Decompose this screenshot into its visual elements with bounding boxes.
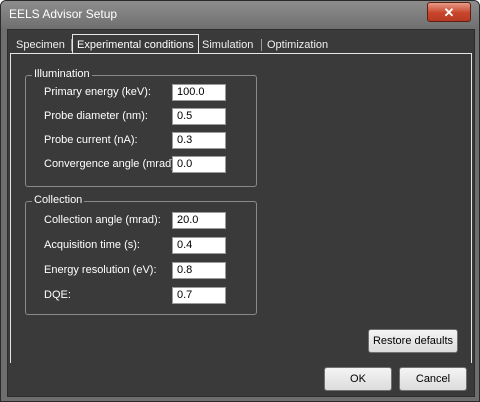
collection-group-title: Collection	[32, 194, 85, 206]
tab-specimen[interactable]: Specimen	[12, 36, 69, 54]
convergence-angle-label: Convergence angle (mrad):	[44, 158, 178, 170]
tab-experimental-conditions[interactable]: Experimental conditions	[72, 34, 199, 55]
window-title: EELS Advisor Setup	[9, 7, 118, 21]
collection-angle-label: Collection angle (mrad):	[44, 214, 161, 226]
probe-diameter-field[interactable]: 0.5	[172, 108, 226, 125]
illumination-group-title: Illumination	[32, 68, 92, 80]
probe-diameter-label: Probe diameter (nm):	[44, 110, 148, 122]
close-button[interactable]: ✕	[427, 2, 471, 22]
dialog-client: Specimen Experimental conditions Simulat…	[7, 29, 475, 397]
tab-panel-experimental-conditions: Illumination Primary energy (keV): 100.0…	[10, 53, 472, 364]
dialog-footer: OK Cancel	[8, 363, 474, 396]
dialog-window: EELS Advisor Setup ✕ Specimen Experiment…	[0, 0, 480, 402]
dqe-label: DQE:	[44, 289, 71, 301]
dqe-field[interactable]: 0.7	[172, 287, 226, 304]
acquisition-time-field[interactable]: 0.4	[172, 237, 226, 254]
ok-button[interactable]: OK	[324, 367, 392, 391]
probe-current-label: Probe current (nA):	[44, 134, 138, 146]
tab-optimization[interactable]: Optimization	[263, 36, 332, 54]
tab-bar: Specimen Experimental conditions Simulat…	[8, 30, 474, 55]
title-bar[interactable]: EELS Advisor Setup ✕	[1, 1, 479, 29]
probe-current-field[interactable]: 0.3	[172, 132, 226, 149]
primary-energy-label: Primary energy (keV):	[44, 86, 151, 98]
energy-resolution-label: Energy resolution (eV):	[44, 264, 157, 276]
close-icon: ✕	[443, 4, 455, 20]
primary-energy-field[interactable]: 100.0	[172, 84, 226, 101]
tab-simulation[interactable]: Simulation	[198, 36, 257, 54]
convergence-angle-field[interactable]: 0.0	[172, 156, 226, 173]
collection-angle-field[interactable]: 20.0	[172, 212, 226, 229]
energy-resolution-field[interactable]: 0.8	[172, 262, 226, 279]
restore-defaults-button[interactable]: Restore defaults	[368, 329, 458, 353]
tab-separator	[261, 39, 262, 51]
acquisition-time-label: Acquisition time (s):	[44, 239, 140, 251]
illumination-group: Illumination Primary energy (keV): 100.0…	[25, 68, 257, 187]
collection-group: Collection Collection angle (mrad): 20.0…	[25, 194, 257, 315]
cancel-button[interactable]: Cancel	[399, 367, 467, 391]
